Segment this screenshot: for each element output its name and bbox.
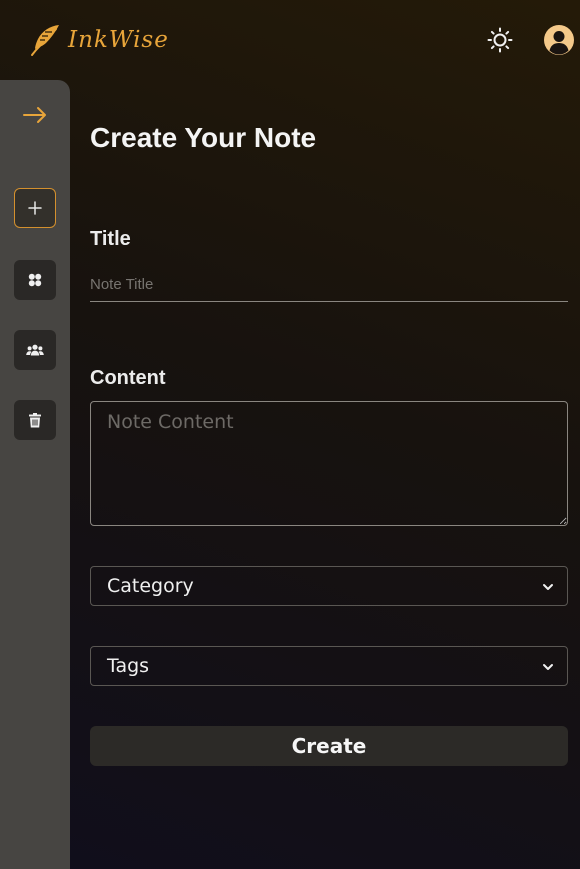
tags-select[interactable]: Tags [90,646,568,686]
sun-icon [487,27,513,53]
category-select[interactable]: Category [90,566,568,606]
chevron-down-icon [543,584,553,590]
tags-select-value: Tags [107,655,150,677]
arrow-right-icon [23,107,46,123]
sidebar-item-shared[interactable] [14,330,56,370]
note-title-input[interactable] [90,268,568,302]
feather-icon [31,25,59,56]
user-circle-icon [544,25,574,55]
title-label: Title [90,228,131,250]
content-label: Content [90,367,166,389]
create-button[interactable]: Create [90,726,568,766]
page-title: Create Your Note [90,122,317,153]
app-logo[interactable]: InkWise [28,22,169,58]
sidebar-item-new-note[interactable] [14,188,56,228]
note-content-textarea[interactable] [90,401,568,526]
plus-icon [28,201,42,215]
grid-dots-icon [28,273,42,287]
profile-button[interactable] [543,24,575,56]
chevron-down-icon [543,664,553,670]
sidebar [0,80,70,869]
app-name: InkWise [68,27,169,53]
sidebar-item-notes[interactable] [14,260,56,300]
theme-toggle-button[interactable] [484,24,516,56]
top-header: InkWise [0,0,580,80]
sidebar-item-trash[interactable] [14,400,56,440]
sidebar-expand-button[interactable] [19,102,51,128]
trash-icon [29,412,41,427]
users-icon [26,344,44,356]
category-select-value: Category [107,575,194,597]
